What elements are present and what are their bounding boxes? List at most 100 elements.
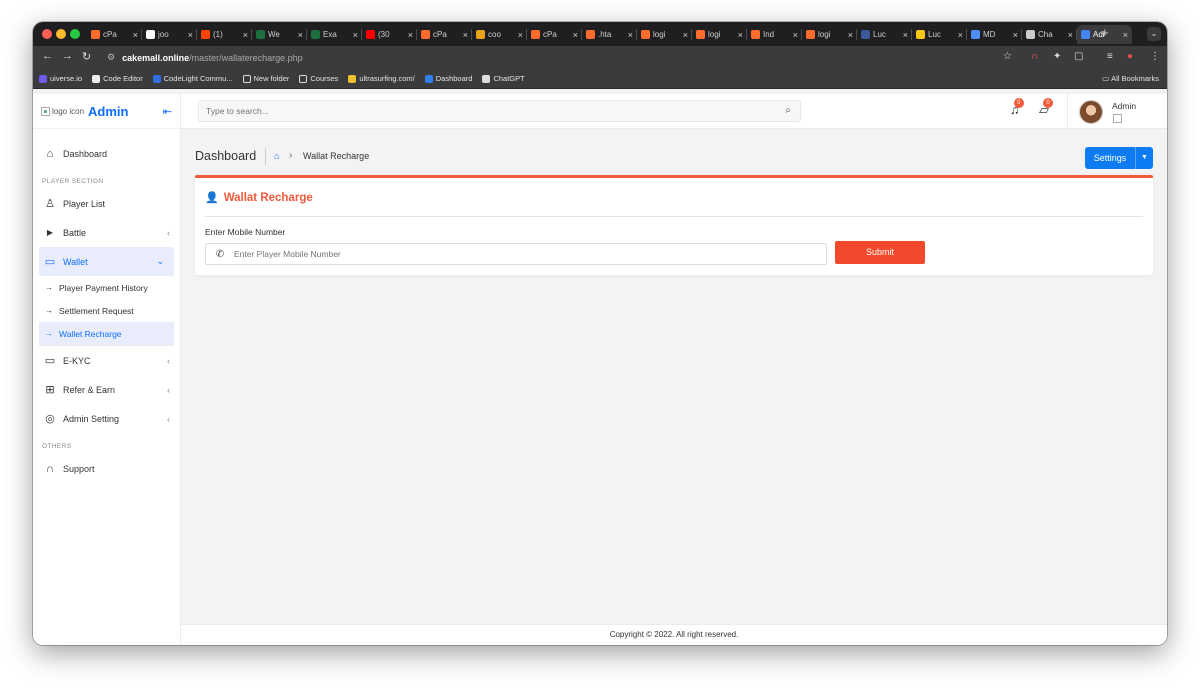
browser-tab[interactable]: (30 ×	[362, 25, 417, 44]
browser-menu-icon[interactable]: ⋮	[1150, 51, 1160, 62]
browser-tab[interactable]: Luc ×	[857, 25, 912, 44]
bookmark-dashboard[interactable]: Dashboard	[424, 74, 472, 83]
browser-tab[interactable]: (1) ×	[197, 25, 252, 44]
close-tab-icon[interactable]: ×	[408, 30, 413, 40]
avatar[interactable]	[1079, 100, 1103, 124]
browser-tab[interactable]: logi ×	[637, 25, 692, 44]
topbar-divider	[1067, 94, 1068, 129]
browser-tab[interactable]: cPa ×	[87, 25, 142, 44]
tab-title: .hta	[598, 30, 612, 39]
brand: logo icon Admin ⇤	[33, 94, 180, 129]
sidebar-item-wallet-recharge[interactable]: → Wallet Recharge	[39, 322, 174, 345]
toolbar: ← → ↻ ⚙ cakemall.online/master/wallatere…	[33, 46, 1167, 69]
browser-tab[interactable]: coo ×	[472, 25, 527, 44]
profile-avatar-icon[interactable]: ●	[1127, 51, 1133, 62]
notification-bell-icon[interactable]: ♫ 0	[1010, 98, 1024, 117]
tab-favicon-icon	[146, 30, 155, 39]
sidebar-item-dashboard[interactable]: ⌂ Dashboard	[33, 139, 180, 168]
close-tab-icon[interactable]: ×	[573, 30, 578, 40]
back-icon[interactable]: ←	[42, 50, 53, 62]
close-tab-icon[interactable]: ×	[793, 30, 798, 40]
browser-tab[interactable]: Cha ×	[1022, 25, 1077, 44]
bookmark-code-editor[interactable]: Code Editor	[92, 74, 143, 83]
address-bar[interactable]: ⚙ cakemall.online/master/wallaterecharge…	[101, 49, 1041, 66]
tab-favicon-icon	[806, 30, 815, 39]
collapse-sidebar-icon[interactable]: ⇤	[163, 105, 172, 118]
close-tab-icon[interactable]: ×	[1123, 30, 1128, 40]
bookmark-new-folder[interactable]: New folder	[242, 74, 289, 83]
close-tab-icon[interactable]: ×	[298, 30, 303, 40]
new-tab-button[interactable]: +	[1101, 25, 1109, 40]
reload-icon[interactable]: ↻	[82, 50, 91, 63]
message-count-badge: 0	[1043, 98, 1053, 108]
browser-tab[interactable]: logi ×	[692, 25, 747, 44]
messages-icon[interactable]: ▱ 0	[1039, 98, 1053, 118]
sidebar-item-player-payment-history[interactable]: → Player Payment History	[39, 276, 174, 299]
browser-tab[interactable]: cPa ×	[417, 25, 472, 44]
user-circle-icon: ◎	[45, 413, 55, 425]
maximize-window-button[interactable]	[70, 29, 80, 39]
browser-tab[interactable]: .hta ×	[582, 25, 637, 44]
forward-icon[interactable]: →	[62, 50, 73, 62]
bookmark-ultrasurfing[interactable]: ultrasurfing.com/	[348, 74, 415, 83]
tab-favicon-icon	[641, 30, 650, 39]
bookmark-star-icon[interactable]: ☆	[1003, 51, 1012, 62]
tab-title: Exa	[323, 30, 337, 39]
browser-tab[interactable]: logi ×	[802, 25, 857, 44]
settings-button[interactable]: Settings ▼	[1085, 147, 1153, 169]
close-tab-icon[interactable]: ×	[848, 30, 853, 40]
close-window-button[interactable]	[42, 29, 52, 39]
close-tab-icon[interactable]: ×	[683, 30, 688, 40]
logo: logo icon	[41, 106, 84, 116]
reading-list-icon[interactable]: ≡	[1107, 51, 1113, 62]
bookmark-courses[interactable]: Courses	[299, 74, 338, 83]
caret-down-icon[interactable]: ▼	[1135, 147, 1153, 169]
submit-button[interactable]: Submit	[835, 241, 925, 264]
browser-tab[interactable]: MD ×	[967, 25, 1022, 44]
minimize-window-button[interactable]	[56, 29, 66, 39]
extension-magnet-icon[interactable]: ∩	[1031, 51, 1038, 62]
sidebar-item-wallet[interactable]: ▭ Wallet ⌄	[39, 247, 174, 276]
sidebar-item-refer-earn[interactable]: ⊞ Refer & Earn ‹	[33, 375, 180, 404]
ultrasurfing-icon	[348, 74, 357, 83]
close-tab-icon[interactable]: ×	[188, 30, 193, 40]
headset-icon: ∩	[46, 462, 54, 475]
close-tab-icon[interactable]: ×	[463, 30, 468, 40]
browser-tab[interactable]: joo ×	[142, 25, 197, 44]
sidebar-item-ekyc[interactable]: ▭ E-KYC ‹	[33, 346, 180, 375]
bookmark-uiverse[interactable]: uiverse.io	[39, 74, 82, 83]
close-tab-icon[interactable]: ×	[903, 30, 908, 40]
sidebar-item-battle[interactable]: ▶ Battle ‹	[33, 218, 180, 247]
bookmark-chatgpt[interactable]: ChatGPT	[482, 74, 525, 83]
extension-bird-icon[interactable]: ✦	[1053, 51, 1061, 62]
extensions-puzzle-icon[interactable]: ▢	[1074, 51, 1083, 62]
close-tab-icon[interactable]: ×	[738, 30, 743, 40]
home-icon[interactable]: ⌂	[274, 151, 279, 161]
close-tab-icon[interactable]: ×	[958, 30, 963, 40]
close-tab-icon[interactable]: ×	[243, 30, 248, 40]
sidebar-item-admin-setting[interactable]: ◎ Admin Setting ‹	[33, 404, 180, 433]
search-icon[interactable]: ⌕	[785, 105, 791, 116]
browser-tab[interactable]: Exa ×	[307, 25, 362, 44]
close-tab-icon[interactable]: ×	[353, 30, 358, 40]
sidebar-item-player-list[interactable]: ♙ Player List	[33, 189, 180, 218]
browser-tab[interactable]: cPa ×	[527, 25, 582, 44]
all-bookmarks-button[interactable]: ▭ All Bookmarks	[1102, 74, 1159, 83]
tab-search-button[interactable]: ⌄	[1147, 27, 1161, 41]
close-tab-icon[interactable]: ×	[628, 30, 633, 40]
close-tab-icon[interactable]: ×	[518, 30, 523, 40]
close-tab-icon[interactable]: ×	[133, 30, 138, 40]
sidebar-item-support[interactable]: ∩ Support	[33, 454, 180, 483]
bookmark-codelight[interactable]: CodeLight Commu...	[152, 74, 233, 83]
close-tab-icon[interactable]: ×	[1013, 30, 1018, 40]
browser-tab[interactable]: Ind ×	[747, 25, 802, 44]
search-input[interactable]	[206, 106, 766, 116]
browser-tab[interactable]: Luc ×	[912, 25, 967, 44]
browser-tab[interactable]: We ×	[252, 25, 307, 44]
mobile-number-input[interactable]	[234, 249, 814, 259]
user-icon: 👤	[205, 192, 219, 204]
close-tab-icon[interactable]: ×	[1068, 30, 1073, 40]
site-info-icon[interactable]: ⚙	[107, 52, 115, 63]
tab-favicon-icon	[916, 30, 925, 39]
sidebar-item-settlement-request[interactable]: → Settlement Request	[39, 299, 174, 322]
